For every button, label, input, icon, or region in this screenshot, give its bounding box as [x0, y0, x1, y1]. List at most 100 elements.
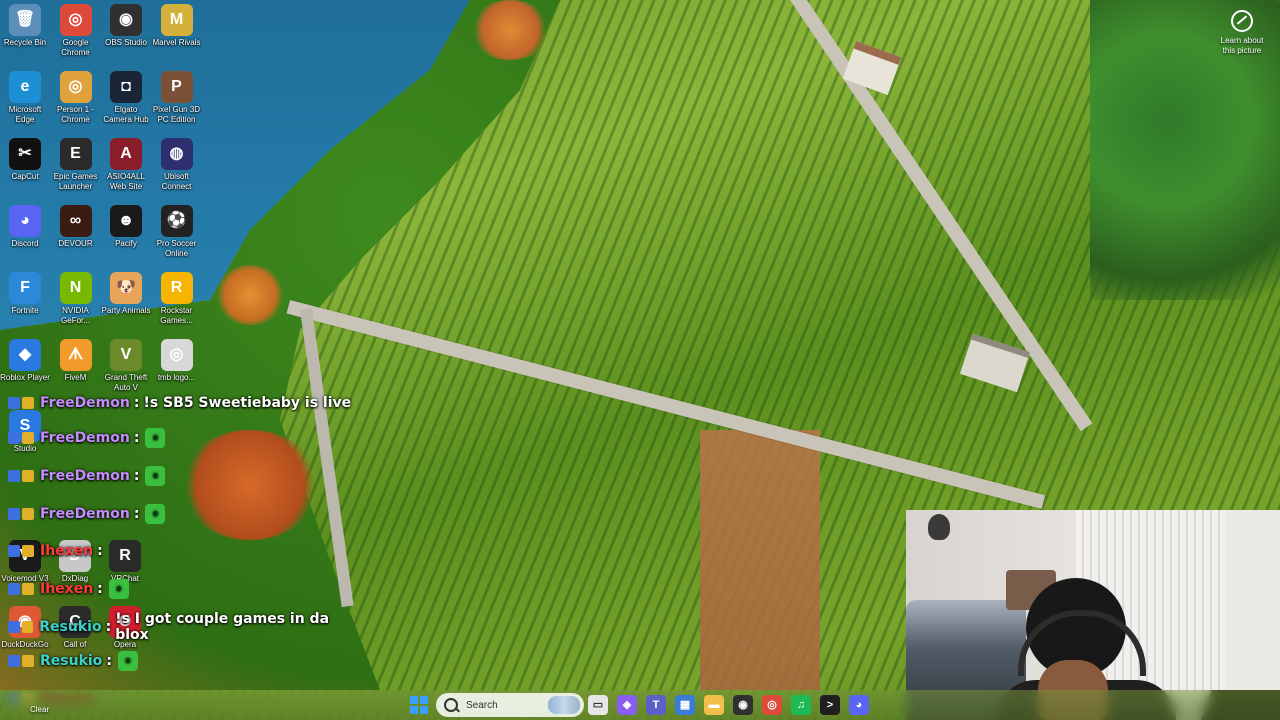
- desktop-icon-label: Rockstar Games...: [160, 306, 193, 325]
- desktop-icon-tmb-logo[interactable]: ◎ tmb logo...: [152, 339, 202, 383]
- taskbar-task-view-icon[interactable]: ▭: [588, 695, 608, 715]
- app-icon: 🗑: [9, 4, 41, 36]
- taskbar-search-box[interactable]: Search: [436, 693, 584, 717]
- taskbar-chrome-icon[interactable]: ◎: [762, 695, 782, 715]
- desktop-icon-obs-studio[interactable]: ◉ OBS Studio: [101, 4, 151, 48]
- desktop-icon-rockstar-games[interactable]: R Rockstar Games...: [152, 272, 202, 326]
- chat-badge-icon: [21, 621, 34, 633]
- desktop-icon-label: tmb logo...: [157, 373, 196, 382]
- chat-message: FreeDemon: •: [8, 503, 166, 525]
- chat-username: Ihexen: [40, 581, 94, 597]
- desktop-icon-pixel-gun-3d-pc-edition[interactable]: P Pixel Gun 3D PC Edition: [152, 71, 202, 125]
- desktop-icon-asio4all-web-site[interactable]: A ASIO4ALL Web Site: [101, 138, 151, 192]
- desktop-icon-recycle-bin[interactable]: 🗑 Recycle Bin: [0, 4, 50, 48]
- app-icon: ☻: [110, 205, 142, 237]
- taskbar-file-explorer-icon[interactable]: ▬: [704, 695, 724, 715]
- desktop-icon-grand-theft-auto-v[interactable]: V Grand Theft Auto V: [101, 339, 151, 393]
- app-icon: V: [110, 339, 142, 371]
- desktop-icon-microsoft-edge[interactable]: e Microsoft Edge: [0, 71, 50, 125]
- chat-message: Resukio: •: [8, 650, 138, 672]
- search-placeholder: Search: [466, 699, 498, 711]
- desktop-icon-label: CapCut: [11, 172, 39, 181]
- chat-emote-icon: •: [108, 579, 129, 599]
- desktop-icon-nvidia-gefor[interactable]: N NVIDIA GeFor...: [51, 272, 101, 326]
- app-icon: ∞: [59, 205, 92, 237]
- windows-logo-icon: [420, 696, 428, 704]
- chat-badge-icon: [8, 621, 20, 633]
- chat-separator: :: [133, 506, 140, 522]
- taskbar-copilot-icon[interactable]: ◈: [617, 695, 637, 715]
- chat-message: Ihexen: •: [8, 578, 129, 600]
- app-icon: ◍: [160, 138, 193, 170]
- app-icon: ◎: [59, 4, 92, 36]
- desktop-icon-discord[interactable]: ◕ Discord: [0, 205, 50, 249]
- desktop-icon-label: Microsoft Edge: [8, 105, 42, 124]
- chat-message: FreeDemon: •: [8, 427, 166, 449]
- chat-badge-icon: [8, 397, 20, 409]
- desktop-icon-roblox-player[interactable]: ◆ Roblox Player: [0, 339, 50, 383]
- chat-username: Resukio: [39, 619, 102, 635]
- desktop-icon-person-1-chrome[interactable]: ◎ Person 1 - Chrome: [51, 71, 101, 125]
- chat-username: Ihexen: [40, 543, 94, 559]
- desktop-icon-label: FiveM: [64, 373, 87, 382]
- desktop-icon-label: Epic Games Launcher: [53, 172, 98, 191]
- desktop-icon-capcut[interactable]: ✂ CapCut: [0, 138, 50, 182]
- chat-separator: :: [133, 468, 140, 484]
- desktop-icon-label: Pixel Gun 3D PC Edition: [152, 105, 201, 124]
- desktop-icon-label: Elgato Camera Hub: [103, 105, 149, 124]
- chat-badge-icon: [22, 545, 34, 557]
- taskbar-store-icon[interactable]: ▦: [675, 695, 695, 715]
- window-frame: [1226, 510, 1280, 720]
- desktop-icon-pro-soccer-online[interactable]: ⚽ Pro Soccer Online: [152, 205, 202, 259]
- desktop-icon-label: Discord: [11, 239, 39, 248]
- app-icon: ◎: [59, 71, 92, 103]
- desktop-icon-fortnite[interactable]: F Fortnite: [0, 272, 50, 316]
- learn-about-picture-button[interactable]: Learn about this picture: [1212, 10, 1272, 56]
- taskbar-terminal-icon[interactable]: >: [820, 695, 840, 715]
- chat-separator: :: [133, 395, 140, 411]
- taskbar-teams-icon[interactable]: T: [646, 695, 666, 715]
- desktop-icon-label: Person 1 - Chrome: [57, 105, 94, 124]
- app-icon: ᗑ: [59, 339, 92, 371]
- chat-separator: :: [106, 653, 112, 669]
- chat-badge-icon: [8, 470, 20, 482]
- desktop-icon-marvel-rivals[interactable]: M Marvel Rivals: [152, 4, 202, 48]
- windows-logo-icon: [420, 706, 428, 714]
- taskbar-obs-icon[interactable]: ◉: [733, 695, 753, 715]
- chat-message: FreeDemon: •: [8, 465, 166, 487]
- chat-badge-icon: [22, 508, 34, 520]
- desktop-icon-label: ASIO4ALL Web Site: [107, 172, 145, 191]
- desktop-icon-elgato-camera-hub[interactable]: ◘ Elgato Camera Hub: [101, 71, 151, 125]
- desktop-icon-devour[interactable]: ∞ DEVOUR: [51, 205, 101, 249]
- desktop-icon-ubisoft-connect[interactable]: ◍ Ubisoft Connect: [152, 138, 202, 192]
- chat-emote-icon: •: [117, 651, 138, 671]
- desktop-icon-fivem[interactable]: ᗑ FiveM: [51, 339, 101, 383]
- clear-label: Clear: [30, 705, 50, 714]
- taskbar: Search ▭ ◈ T ▦ ▬ ◉ ◎ ♫ > ◕: [0, 690, 1280, 720]
- chat-text: !s SB5 Sweetiebaby is live: [143, 395, 352, 411]
- app-icon: N: [59, 272, 92, 304]
- desktop-icon-label: OBS Studio: [105, 38, 147, 47]
- chat-username: FreeDemon: [40, 395, 130, 411]
- chat-message: Ihexen:: [8, 540, 103, 562]
- chat-username: FreeDemon: [40, 506, 130, 522]
- taskbar-discord-icon[interactable]: ◕: [849, 695, 869, 715]
- taskbar-spotify-icon[interactable]: ♫: [791, 695, 811, 715]
- app-icon: ◕: [9, 205, 41, 237]
- app-icon: ◆: [9, 339, 41, 371]
- desktop-icon-epic-games-launcher[interactable]: E Epic Games Launcher: [51, 138, 101, 192]
- chat-badge-icon: [22, 583, 34, 595]
- desktop-icon-label: Pacify: [115, 239, 137, 248]
- desktop-icon-label: Marvel Rivals: [152, 38, 201, 47]
- app-icon: ✂: [9, 138, 41, 170]
- learn-about-label: this picture: [1222, 46, 1262, 55]
- desktop-icon-pacify[interactable]: ☻ Pacify: [101, 205, 151, 249]
- app-icon: ◉: [110, 4, 142, 36]
- wallpaper-autumn-tree: [470, 0, 550, 60]
- chat-badge-icon: [8, 545, 20, 557]
- app-icon: P: [160, 71, 193, 103]
- start-button[interactable]: [410, 696, 428, 714]
- desktop-icon-party-animals[interactable]: 🐶 Party Animals: [101, 272, 151, 316]
- app-icon: R: [160, 272, 193, 304]
- desktop-icon-google-chrome[interactable]: ◎ Google Chrome: [51, 4, 101, 58]
